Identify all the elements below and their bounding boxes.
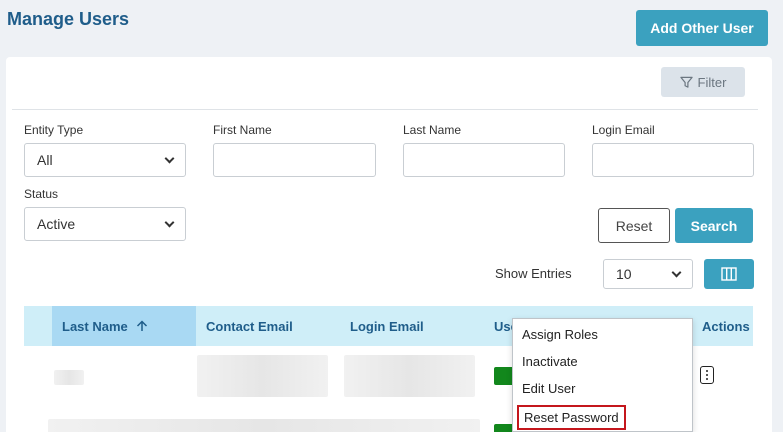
status-label: Status: [24, 187, 59, 201]
chevron-down-icon: [671, 267, 682, 277]
row-actions-menu: Assign Roles Inactivate Edit User Reset …: [512, 318, 693, 432]
columns-button[interactable]: [704, 259, 754, 289]
status-value: Active: [37, 216, 76, 232]
filter-icon: [679, 76, 693, 88]
first-name-label: First Name: [213, 123, 272, 137]
add-other-user-button[interactable]: Add Other User: [636, 10, 768, 46]
entity-type-value: All: [37, 152, 53, 168]
redacted-cell: [344, 355, 475, 397]
filter-button-label: Filter: [697, 74, 727, 90]
chevron-down-icon: [164, 153, 175, 163]
column-header-login-email[interactable]: Login Email: [350, 306, 424, 346]
entity-type-select[interactable]: All: [24, 143, 186, 177]
entries-select[interactable]: 10: [603, 259, 693, 289]
entity-type-label: Entity Type: [24, 123, 84, 137]
last-name-input[interactable]: [403, 143, 565, 177]
column-header-actions: Actions: [702, 318, 750, 334]
status-badge: [494, 424, 514, 432]
last-name-label: Last Name: [403, 123, 462, 137]
page-title: Manage Users: [7, 9, 130, 29]
redacted-cell: [54, 370, 84, 385]
divider: [12, 109, 758, 110]
login-email-input[interactable]: [592, 143, 754, 177]
reset-button[interactable]: Reset: [598, 208, 670, 243]
entries-value: 10: [616, 266, 632, 282]
columns-icon: [721, 267, 737, 281]
first-name-input[interactable]: [213, 143, 376, 177]
status-badge: [494, 367, 514, 385]
column-header-label: Last Name: [62, 318, 128, 334]
menu-item-reset-password[interactable]: Reset Password: [517, 405, 626, 430]
login-email-label: Login Email: [592, 123, 655, 137]
column-header-contact-email[interactable]: Contact Email: [206, 306, 293, 346]
chevron-down-icon: [164, 217, 175, 227]
redacted-cell: [197, 355, 328, 397]
filter-button[interactable]: Filter: [661, 67, 745, 97]
row-actions-button[interactable]: [700, 366, 714, 384]
column-header-last-name[interactable]: Last Name: [52, 306, 196, 346]
menu-item-assign-roles[interactable]: Assign Roles: [522, 327, 598, 342]
search-button[interactable]: Search: [675, 208, 753, 243]
status-select[interactable]: Active: [24, 207, 186, 241]
show-entries-label: Show Entries: [495, 266, 572, 281]
redacted-cell: [48, 419, 480, 432]
menu-item-edit-user[interactable]: Edit User: [522, 381, 575, 396]
menu-item-inactivate[interactable]: Inactivate: [522, 354, 578, 369]
arrow-up-icon: [136, 320, 147, 331]
